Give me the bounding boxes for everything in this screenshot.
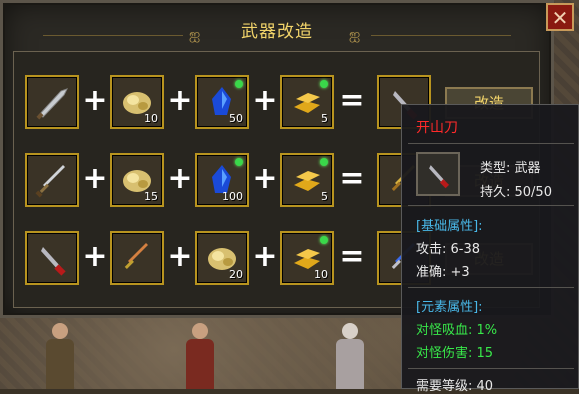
base-attributes-heading: [基础属性]: bbox=[416, 219, 483, 234]
gem-indicator-icon bbox=[320, 236, 328, 244]
item-count: 10 bbox=[144, 112, 158, 125]
plus-sign: + bbox=[167, 239, 193, 274]
gold-bar-icon[interactable]: 10 bbox=[280, 231, 334, 285]
saber-icon[interactable] bbox=[25, 75, 79, 129]
equals-sign: = bbox=[339, 161, 365, 196]
red-blade-icon bbox=[416, 152, 460, 196]
gem-indicator-icon bbox=[320, 158, 328, 166]
plus-sign: + bbox=[167, 83, 193, 118]
tooltip-divider bbox=[408, 143, 574, 144]
element-attributes-heading: [元素属性]: bbox=[416, 300, 483, 315]
gold-bar-icon[interactable]: 5 bbox=[280, 75, 334, 129]
tooltip-divider bbox=[408, 368, 574, 369]
gem-indicator-icon bbox=[235, 80, 243, 88]
npc-character[interactable] bbox=[180, 319, 220, 389]
lifesteal-stat: 对怪吸血: 1% bbox=[416, 323, 498, 338]
item-count: 10 bbox=[314, 268, 328, 281]
item-durability: 持久: 50/50 bbox=[480, 185, 552, 200]
item-count: 20 bbox=[229, 268, 243, 281]
plus-sign: + bbox=[252, 161, 278, 196]
tooltip-divider bbox=[408, 205, 574, 206]
sword-icon[interactable] bbox=[25, 153, 79, 207]
gem-indicator-icon bbox=[235, 158, 243, 166]
item-name: 开山刀 bbox=[416, 120, 458, 136]
equals-sign: = bbox=[339, 83, 365, 118]
gold-blade-icon[interactable] bbox=[110, 231, 164, 285]
item-tooltip: 开山刀 类型: 武器 持久: 50/50 [基础属性]: 攻击: 6-38 准确… bbox=[401, 104, 579, 394]
player-character[interactable] bbox=[40, 319, 80, 389]
item-count: 15 bbox=[144, 190, 158, 203]
attack-stat: 攻击: 6-38 bbox=[416, 242, 481, 257]
gold-ore-icon[interactable]: 20 bbox=[195, 231, 249, 285]
item-count: 50 bbox=[229, 112, 243, 125]
plus-sign: + bbox=[82, 239, 108, 274]
item-count: 100 bbox=[222, 190, 243, 203]
red-blade-icon[interactable] bbox=[25, 231, 79, 285]
monster-damage-stat: 对怪伤害: 15 bbox=[416, 346, 494, 361]
npc-character[interactable] bbox=[330, 319, 370, 389]
accuracy-stat: 准确: +3 bbox=[416, 265, 470, 280]
plus-sign: + bbox=[82, 83, 108, 118]
item-type: 类型: 武器 bbox=[480, 161, 541, 176]
gold-ore-icon[interactable]: 10 bbox=[110, 75, 164, 129]
plus-sign: + bbox=[252, 239, 278, 274]
item-count: 5 bbox=[321, 112, 328, 125]
window-title: 武器改造 bbox=[241, 22, 313, 42]
item-count: 5 bbox=[321, 190, 328, 203]
gem-indicator-icon bbox=[320, 80, 328, 88]
plus-sign: + bbox=[82, 161, 108, 196]
blue-crystal-icon[interactable]: 100 bbox=[195, 153, 249, 207]
tooltip-divider bbox=[408, 287, 574, 288]
blue-crystal-icon[interactable]: 50 bbox=[195, 75, 249, 129]
gold-bar-icon[interactable]: 5 bbox=[280, 153, 334, 207]
equals-sign: = bbox=[339, 239, 365, 274]
gold-ore-icon[interactable]: 15 bbox=[110, 153, 164, 207]
plus-sign: + bbox=[167, 161, 193, 196]
required-level: 需要等级: 40 bbox=[416, 379, 494, 394]
close-button[interactable]: ✕ bbox=[546, 3, 574, 31]
plus-sign: + bbox=[252, 83, 278, 118]
